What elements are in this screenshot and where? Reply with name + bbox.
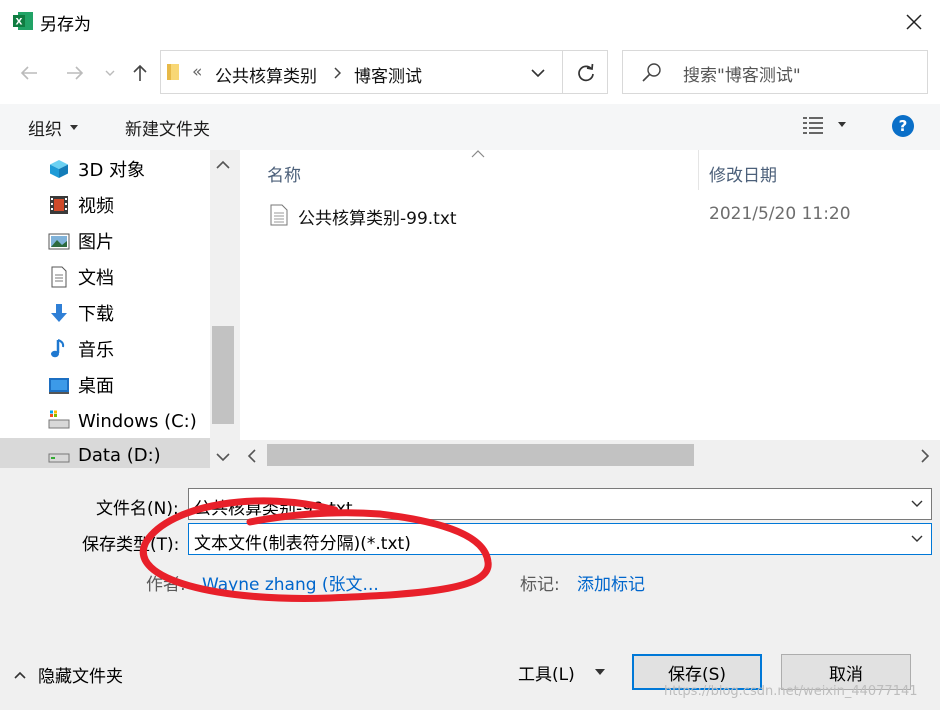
sidebar-item-documents[interactable]: 文档	[48, 260, 114, 294]
address-dropdown-button[interactable]	[524, 56, 552, 90]
column-divider[interactable]	[698, 150, 699, 190]
scroll-left-icon[interactable]	[247, 449, 257, 463]
sidebar-item-music[interactable]: 音乐	[48, 332, 114, 366]
new-folder-button[interactable]: 新建文件夹	[125, 115, 210, 140]
sidebar-item-label: 文档	[78, 268, 114, 289]
download-icon	[51, 304, 67, 322]
music-icon	[51, 339, 65, 358]
column-header-name[interactable]: 名称	[267, 161, 301, 186]
annotation-circle	[140, 497, 492, 602]
excel-icon: X	[13, 12, 33, 30]
refresh-icon	[578, 63, 594, 82]
sidebar-item-label: Data (D:)	[78, 444, 161, 466]
search-input[interactable]: 搜索"博客测试"	[683, 61, 801, 86]
back-button[interactable]	[14, 58, 44, 88]
sidebar-item-3d-objects[interactable]: 3D 对象	[48, 152, 145, 186]
sidebar-item-label: 下载	[78, 304, 114, 325]
sidebar-item-drive-d[interactable]: Data (D:)	[0, 438, 210, 472]
3d-objects-icon	[50, 160, 68, 178]
arrow-right-icon	[67, 66, 84, 80]
forward-button[interactable]	[60, 58, 90, 88]
text-file-icon	[270, 204, 288, 226]
chevron-down-icon[interactable]	[911, 500, 923, 508]
arrow-up-icon	[133, 64, 147, 81]
scroll-down-icon[interactable]	[216, 452, 230, 462]
tools-menu[interactable]: 工具(L)	[518, 660, 605, 685]
sidebar-item-desktop[interactable]: 桌面	[48, 368, 114, 402]
sidebar-item-video[interactable]: 视频	[48, 188, 114, 222]
chevron-down-icon	[911, 535, 923, 542]
breadcrumb-item[interactable]: 博客测试	[354, 62, 422, 87]
close-icon	[906, 14, 922, 30]
sidebar-item-label: 图片	[78, 232, 114, 253]
organize-label: 组织	[28, 120, 62, 140]
chevron-right-icon[interactable]	[333, 67, 341, 79]
hide-folders-toggle[interactable]: 隐藏文件夹	[14, 662, 123, 687]
sidebar-item-pictures[interactable]: 图片	[48, 224, 114, 258]
tools-label: 工具(L)	[518, 665, 575, 685]
file-name: 公共核算类别-99.txt	[298, 209, 457, 229]
sidebar-item-label: Windows (C:)	[78, 410, 197, 432]
refresh-button[interactable]	[568, 56, 604, 90]
sidebar-item-label: 3D 对象	[78, 160, 146, 181]
chevron-up-icon	[14, 671, 26, 679]
svg-text:X: X	[16, 18, 23, 28]
drive-icon	[48, 453, 70, 463]
sidebar-item-drive-c[interactable]: Windows (C:)	[48, 404, 197, 438]
sidebar-item-label: 桌面	[78, 376, 114, 397]
breadcrumb-item[interactable]: 公共核算类别	[215, 62, 317, 87]
organize-menu[interactable]: 组织	[28, 115, 78, 140]
table-row[interactable]: 公共核算类别-99.txt 2021/5/20 11:20	[262, 200, 882, 232]
watermark: https://blog.csdn.net/weixin_44077141	[664, 684, 918, 699]
sidebar-item-label: 视频	[78, 196, 114, 217]
search-box[interactable]: 搜索"博客测试"	[622, 50, 928, 94]
sidebar-item-downloads[interactable]: 下载	[48, 296, 114, 330]
help-icon[interactable]: ?	[891, 114, 915, 138]
add-tags-link[interactable]: 添加标记	[577, 570, 645, 595]
close-button[interactable]	[892, 6, 936, 38]
divider	[562, 51, 563, 93]
sidebar-scroll-thumb[interactable]	[212, 326, 234, 424]
title-bar	[0, 0, 940, 44]
recent-locations-button[interactable]	[100, 62, 120, 84]
column-header-modified[interactable]: 修改日期	[709, 161, 777, 186]
pictures-icon	[48, 233, 70, 250]
caret-down-icon	[838, 122, 846, 127]
sort-ascending-icon	[471, 150, 485, 158]
sidebar-item-label: 音乐	[78, 340, 114, 361]
video-icon	[50, 196, 68, 214]
search-icon	[642, 63, 661, 82]
file-list	[240, 150, 940, 440]
details-view-icon	[803, 117, 823, 134]
folder-icon	[167, 64, 179, 80]
hide-folders-label: 隐藏文件夹	[38, 667, 123, 687]
caret-down-icon	[70, 124, 78, 130]
file-list-scroll-thumb[interactable]	[267, 444, 694, 466]
window-title: 另存为	[40, 15, 91, 35]
navigation-pane: 3D 对象 视频 图片 文档 下载 音乐 桌面 Windows (C:)	[0, 150, 234, 468]
chevron-down-icon	[105, 70, 115, 76]
scroll-right-icon[interactable]	[920, 449, 930, 463]
chevron-down-icon	[531, 69, 545, 78]
up-button[interactable]	[126, 58, 154, 88]
svg-text:?: ?	[899, 117, 908, 135]
breadcrumb-overflow[interactable]: «	[192, 62, 202, 82]
desktop-icon	[49, 378, 69, 394]
file-modified: 2021/5/20 11:20	[709, 204, 851, 224]
caret-down-icon	[594, 669, 605, 675]
drive-icon	[48, 410, 70, 429]
arrow-left-icon	[20, 66, 37, 80]
scroll-up-icon[interactable]	[216, 160, 230, 170]
documents-icon	[51, 266, 67, 288]
view-options-button[interactable]	[802, 115, 846, 135]
tags-label: 标记:	[520, 575, 560, 595]
